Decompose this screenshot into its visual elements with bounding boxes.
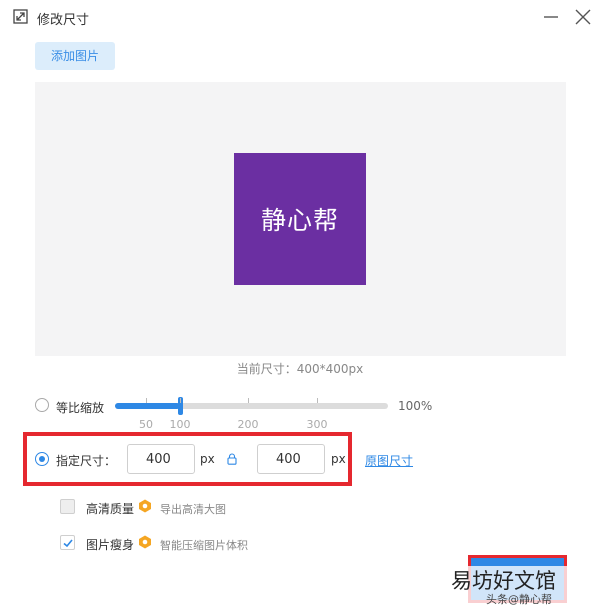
preview-image: 静心帮: [234, 153, 366, 285]
slider-tick-label: 300: [306, 418, 328, 431]
hd-quality-description: 导出高清大图: [160, 503, 226, 516]
window-title: 修改尺寸: [37, 13, 90, 28]
hd-quality-label: 高清质量: [86, 502, 135, 516]
close-icon: [575, 9, 591, 25]
slim-checkbox[interactable]: [60, 535, 75, 550]
slim-label: 图片瘦身: [86, 538, 135, 552]
hint-icon: [139, 499, 151, 513]
height-input[interactable]: [257, 444, 325, 474]
width-unit: px: [200, 452, 215, 466]
slider-tick: [248, 398, 249, 403]
slider-tick: [146, 398, 147, 403]
size-label: 指定尺寸：: [56, 454, 117, 468]
close-button[interactable]: [572, 6, 594, 28]
minimize-button[interactable]: [540, 6, 562, 28]
preview-image-text: 静心帮: [260, 206, 339, 235]
watermark-subtext: 头条@静心帮: [486, 593, 552, 606]
scale-label: 等比缩放: [56, 401, 105, 415]
width-input[interactable]: [127, 444, 195, 474]
minimize-icon: [544, 16, 558, 18]
resize-icon: [13, 9, 28, 24]
scale-slider-fill: [115, 403, 180, 409]
size-radio[interactable]: [35, 452, 49, 466]
lock-icon[interactable]: [227, 453, 237, 465]
scale-value-label: 100%: [398, 399, 433, 413]
current-size-row: 当前尺寸：400*400px: [0, 360, 600, 377]
original-size-link[interactable]: 原图尺寸: [365, 452, 413, 469]
hd-quality-checkbox[interactable]: [60, 499, 75, 514]
slider-tick-label: 50: [139, 418, 153, 431]
hint-icon: [139, 535, 151, 549]
add-image-button[interactable]: 添加图片: [35, 42, 115, 70]
current-size-label: 当前尺寸：400*400px: [236, 362, 364, 376]
slider-tick: [317, 398, 318, 403]
slider-tick: [180, 398, 181, 403]
height-unit: px: [331, 452, 346, 466]
check-icon: [63, 539, 73, 548]
slider-tick-label: 100: [169, 418, 191, 431]
slim-description: 智能压缩图片体积: [160, 539, 248, 552]
slider-tick-label: 200: [237, 418, 259, 431]
scale-radio[interactable]: [35, 398, 49, 412]
scale-slider[interactable]: [115, 397, 388, 415]
title-bar: 修改尺寸: [0, 0, 600, 34]
